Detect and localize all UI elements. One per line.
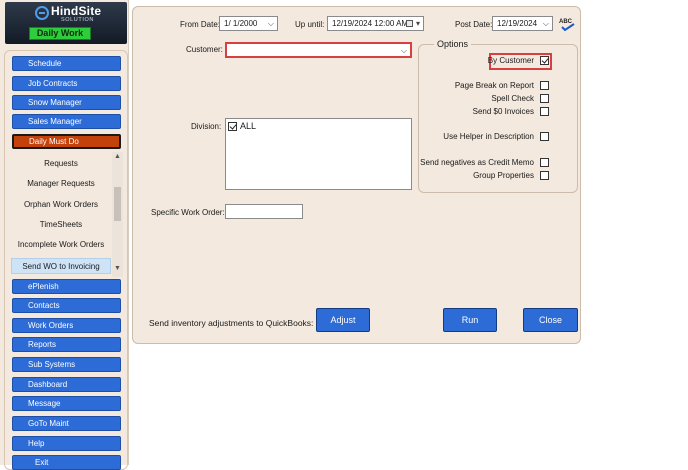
close-button[interactable]: Close — [523, 308, 578, 332]
nav-work-orders[interactable]: Work Orders — [12, 318, 121, 333]
nav-daily-must-do[interactable]: Daily Must Do — [12, 134, 121, 149]
submenu-send-wo-to-invoicing[interactable]: Send WO to Invoicing — [11, 258, 111, 274]
calendar-icon[interactable] — [406, 20, 413, 27]
adjust-button[interactable]: Adjust — [316, 308, 370, 332]
spell-check-icon-text: ABC — [559, 19, 573, 25]
page-break-label: Page Break on Report — [454, 81, 534, 90]
send-zero-invoices-checkbox[interactable] — [540, 107, 549, 116]
send-zero-invoices-label: Send $0 Invoices — [472, 107, 534, 116]
customer-select[interactable]: ⌵ — [225, 42, 412, 58]
nav-message[interactable]: Message — [12, 396, 121, 411]
from-date-picker[interactable]: 1/ 1/2000 ⌵ — [219, 16, 278, 31]
nav-reports[interactable]: Reports — [12, 337, 121, 352]
from-date-label: From Date: — [180, 20, 221, 29]
post-date-picker[interactable]: 12/19/2024 ⌵ — [492, 16, 553, 31]
submenu-timesheets[interactable]: TimeSheets — [11, 217, 111, 233]
logo-name: HindSite — [51, 4, 102, 18]
scroll-down-icon[interactable]: ▼ — [112, 265, 123, 272]
submenu-requests[interactable]: Requests — [11, 156, 111, 172]
nav-schedule[interactable]: Schedule — [12, 56, 121, 71]
spell-check-label: Spell Check — [491, 94, 534, 103]
submenu-orphan-work-orders[interactable]: Orphan Work Orders — [11, 197, 111, 213]
logo-mark-icon — [35, 6, 49, 20]
spell-check-checkbox[interactable] — [540, 94, 549, 103]
nav-snow-manager[interactable]: Snow Manager — [12, 95, 121, 110]
mode-badge: Daily Work — [29, 27, 91, 40]
division-list[interactable]: ALL — [225, 118, 412, 190]
up-until-label: Up until: — [295, 20, 325, 29]
post-date-label: Post Date: — [455, 20, 493, 29]
up-until-value: 12/19/2024 12:00 AM — [332, 19, 409, 28]
by-customer-checkbox[interactable] — [540, 56, 549, 65]
submenu-incomplete-work-orders[interactable]: Incomplete Work Orders — [11, 237, 111, 253]
by-customer-label: By Customer — [487, 56, 534, 65]
group-properties-label: Group Properties — [473, 171, 534, 180]
scroll-up-icon[interactable]: ▲ — [112, 153, 123, 160]
from-date-value: 1/ 1/2000 — [224, 19, 258, 28]
nav-sub-systems[interactable]: Sub Systems — [12, 357, 121, 372]
nav-sales-manager[interactable]: Sales Manager — [12, 114, 121, 129]
submenu-scrollbar[interactable]: ▲ ▼ — [112, 152, 123, 277]
nav-exit[interactable]: Exit — [12, 455, 121, 470]
chevron-down-icon[interactable]: ⌵ — [268, 17, 274, 30]
send-negatives-label: Send negatives as Credit Memo — [420, 158, 534, 167]
page-break-checkbox[interactable] — [540, 81, 549, 90]
post-date-value: 12/19/2024 — [497, 19, 538, 28]
submenu-manager-requests[interactable]: Manager Requests — [11, 176, 111, 192]
division-all-label: ALL — [240, 121, 257, 131]
chevron-down-icon[interactable]: ⌵ — [543, 17, 549, 30]
invoice-panel: From Date: 1/ 1/2000 ⌵ Up until: 12/19/2… — [132, 6, 581, 344]
inventory-adjust-label: Send inventory adjustments to QuickBooks… — [149, 318, 314, 328]
options-title: Options — [434, 39, 472, 49]
specific-work-order-input[interactable] — [225, 204, 303, 219]
spell-check-icon[interactable]: ABC — [559, 17, 575, 31]
sidebar: HindSite SOLUTION Daily Work Schedule Jo… — [0, 0, 129, 470]
nav-eplenish[interactable]: ePlenish — [12, 279, 121, 294]
customer-label: Customer: — [186, 45, 223, 54]
nav-contacts[interactable]: Contacts — [12, 298, 121, 313]
scroll-thumb[interactable] — [114, 187, 121, 221]
nav-job-contracts[interactable]: Job Contracts — [12, 76, 121, 91]
daily-must-do-submenu: Requests Manager Requests Orphan Work Or… — [11, 152, 124, 277]
logo-subtitle: SOLUTION — [61, 17, 94, 23]
options-group: Options By Customer Page Break on Report… — [418, 39, 578, 193]
group-properties-checkbox[interactable] — [540, 171, 549, 180]
division-all-checkbox[interactable] — [228, 122, 237, 131]
chevron-down-icon[interactable]: ▾ — [416, 17, 420, 30]
run-button[interactable]: Run — [443, 308, 497, 332]
nav-goto-maint[interactable]: GoTo Maint — [12, 416, 121, 431]
send-negatives-checkbox[interactable] — [540, 158, 549, 167]
chevron-down-icon[interactable]: ⌵ — [401, 44, 407, 57]
division-label: Division: — [191, 122, 222, 131]
use-helper-checkbox[interactable] — [540, 132, 549, 141]
use-helper-label: Use Helper in Description — [443, 132, 534, 141]
app-logo: HindSite SOLUTION Daily Work — [5, 2, 127, 44]
nav-help[interactable]: Help — [12, 436, 121, 451]
up-until-picker[interactable]: 12/19/2024 12:00 AM ▾ — [327, 16, 424, 31]
nav-dashboard[interactable]: Dashboard — [12, 377, 121, 392]
specific-work-order-label: Specific Work Order: — [151, 208, 225, 217]
